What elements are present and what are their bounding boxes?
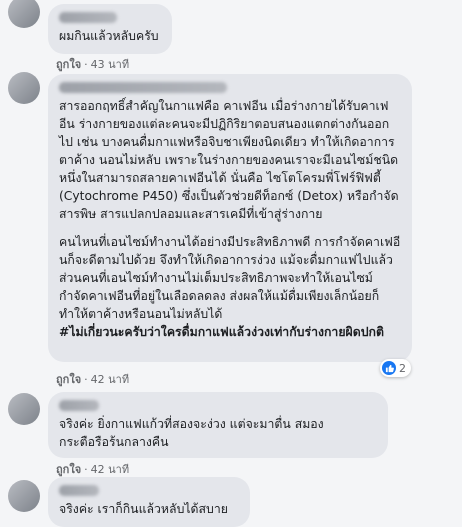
comment-author-redacted[interactable] xyxy=(59,485,99,496)
comment-author-redacted[interactable] xyxy=(59,82,227,93)
comment-time[interactable]: 43 นาที xyxy=(91,58,129,71)
comment-bubble: จริงค่ะ ยิ่งกาแฟแก้วที่สองจะง่วง แต่จะมา… xyxy=(48,392,388,458)
like-link[interactable]: ถูกใจ xyxy=(56,373,81,386)
comment-actions: ถูกใจ · 42 นาที xyxy=(56,370,129,388)
avatar[interactable] xyxy=(8,393,40,425)
comment-text: ผมกินแล้วหลับครับ xyxy=(59,29,159,43)
comment-bubble: สารออกฤทธิ์สำคัญในกาแฟคือ คาเฟอีน เมื่อร… xyxy=(48,74,412,362)
comment-author-redacted[interactable] xyxy=(59,12,117,23)
like-link[interactable]: ถูกใจ xyxy=(56,58,81,71)
comment-bubble: ผมกินแล้วหลับครับ xyxy=(48,4,172,54)
avatar[interactable] xyxy=(8,480,40,512)
comment-paragraph: สารออกฤทธิ์สำคัญในกาแฟคือ คาเฟอีน เมื่อร… xyxy=(59,99,399,221)
comment-actions: ถูกใจ · 43 นาที xyxy=(56,55,129,73)
thumbs-up-icon xyxy=(385,364,394,372)
comment-text: จริงค่ะ เราก็กินแล้วหลับได้สบาย xyxy=(59,502,228,516)
separator-dot: · xyxy=(84,463,88,476)
reaction-count: 2 xyxy=(399,361,406,375)
comment-paragraph: คนไหนที่เอนไซม์ทำงานได้อย่างมีประสิทธิภา… xyxy=(59,235,401,321)
comment-hashtag[interactable]: #ไม่เกี่ยวนะครับว่าใครดื่มกาแฟแล้วง่วงเท… xyxy=(59,323,401,341)
comment-author-redacted[interactable] xyxy=(59,400,99,411)
avatar[interactable] xyxy=(8,72,40,104)
comment-time[interactable]: 42 นาที xyxy=(91,463,129,476)
comment-actions: ถูกใจ · 42 นาที xyxy=(56,460,129,478)
like-reaction-icon xyxy=(382,361,396,375)
like-link[interactable]: ถูกใจ xyxy=(56,463,81,476)
separator-dot: · xyxy=(84,373,88,386)
separator-dot: · xyxy=(84,58,88,71)
comment-text: จริงค่ะ ยิ่งกาแฟแก้วที่สองจะง่วง แต่จะมา… xyxy=(59,417,324,449)
comment-bubble: จริงค่ะ เราก็กินแล้วหลับได้สบาย xyxy=(48,477,250,527)
reaction-summary[interactable]: 2 xyxy=(380,359,411,377)
comment-time[interactable]: 42 นาที xyxy=(91,373,129,386)
avatar[interactable] xyxy=(8,0,40,28)
